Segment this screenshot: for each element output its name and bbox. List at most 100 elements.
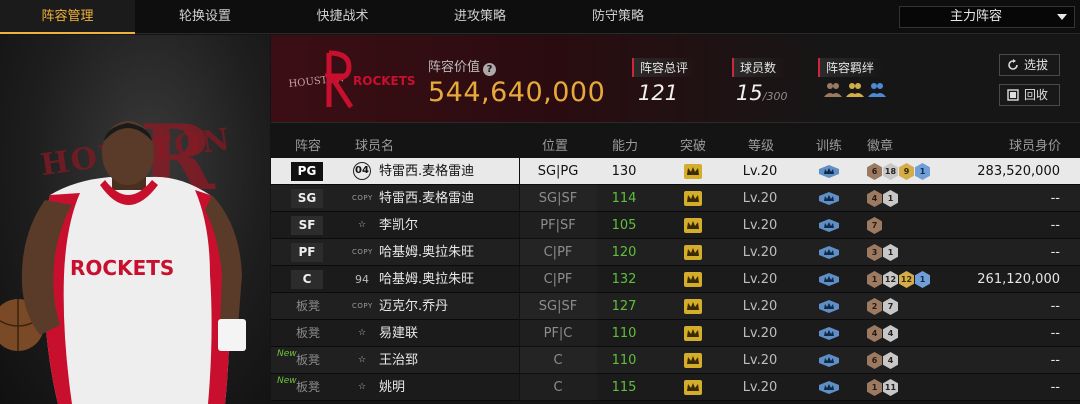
training-icon[interactable] <box>818 272 840 287</box>
badge-icon: 6 <box>867 163 882 180</box>
recycle-icon <box>1007 89 1019 101</box>
table-row[interactable]: New 板凳 ☆ 姚明 C 115 Lv.20 1 11 -- <box>271 374 1080 401</box>
badge-icon: 6 <box>867 352 882 369</box>
training-icon[interactable] <box>818 299 840 314</box>
player-rating: 130 <box>611 164 637 179</box>
table-row[interactable]: New 板凳 ☆ 王治郅 C 110 Lv.20 6 4 -- <box>271 347 1080 374</box>
training-icon[interactable] <box>818 245 840 260</box>
player-name[interactable]: 姚明 <box>379 374 405 401</box>
stat-players-max: /300 <box>762 90 788 103</box>
player-name[interactable]: 易建联 <box>379 320 418 347</box>
badge-list[interactable]: 27 <box>867 298 898 315</box>
table-row[interactable]: SF ☆ 李凯尔 PF|SF 105 Lv.20 7 -- <box>271 212 1080 239</box>
col-badges: 徽章 <box>867 139 894 154</box>
badge-list[interactable]: 6 18 9 1 <box>867 163 930 180</box>
player-name[interactable]: 哈基姆.奥拉朱旺 <box>379 239 474 266</box>
player-rating: 127 <box>611 299 637 314</box>
breakthrough-icon[interactable] <box>684 353 702 368</box>
badge-list[interactable]: 44 <box>867 325 898 342</box>
card-marker-icon: ☆ <box>357 328 367 338</box>
tab-offense-strategy[interactable]: 进攻策略 <box>410 0 550 34</box>
bond-icons[interactable] <box>822 79 886 101</box>
stat-overall: 阵容总评 121 <box>632 57 699 105</box>
tab-defense-strategy[interactable]: 防守策略 <box>550 0 686 34</box>
player-level: Lv.20 <box>742 353 778 368</box>
col-lineup: 阵容 <box>295 139 322 154</box>
player-positions: C <box>553 353 563 368</box>
help-icon[interactable]: ? <box>483 63 497 76</box>
breakthrough-icon[interactable] <box>684 380 702 395</box>
tab-rotation-settings[interactable]: 轮换设置 <box>135 0 275 34</box>
stat-overall-value: 121 <box>638 81 679 105</box>
table-row[interactable]: 板凳 COPY 迈克尔.乔丹 SG|SF 127 Lv.20 2 7 -- <box>271 293 1080 320</box>
table-row[interactable]: 板凳 ☆ 易建联 PF|C 110 Lv.20 4 4 -- <box>271 320 1080 347</box>
training-icon[interactable] <box>818 326 840 341</box>
stat-bond: 阵容羁绊 <box>818 57 886 97</box>
badge-list[interactable]: 31 <box>867 244 898 261</box>
badge-list[interactable]: 1 12 12 1 <box>867 271 930 288</box>
breakthrough-icon[interactable] <box>684 272 702 287</box>
stat-overall-label: 阵容总评 <box>632 58 699 77</box>
breakthrough-icon[interactable] <box>684 245 702 260</box>
breakthrough-icon[interactable] <box>684 326 702 341</box>
training-icon[interactable] <box>818 218 840 233</box>
player-name[interactable]: 特雷西.麦格雷迪 <box>379 158 474 185</box>
badge-list[interactable]: 1 11 <box>867 379 898 396</box>
player-value: -- <box>1050 380 1060 395</box>
badge-icon: 12 <box>899 271 914 288</box>
training-icon[interactable] <box>818 380 840 395</box>
player-level: Lv.20 <box>742 326 778 341</box>
badge-icon: 9 <box>899 163 914 180</box>
player-name[interactable]: 特雷西.麦格雷迪 <box>379 185 474 212</box>
card-marker-icon: COPY <box>352 302 373 310</box>
player-rating: 132 <box>611 272 637 287</box>
badge-list[interactable]: 7 <box>867 217 882 234</box>
player-level: Lv.20 <box>742 164 778 179</box>
player-name[interactable]: 王治郅 <box>379 347 418 374</box>
table-header: 阵容 球员名 位置 能力 突破 等级 训练 徽章 球员身价 <box>271 127 1080 158</box>
training-icon[interactable] <box>818 164 840 179</box>
breakthrough-icon[interactable] <box>684 191 702 206</box>
training-icon[interactable] <box>818 191 840 206</box>
player-positions: SG|SF <box>538 299 578 314</box>
chevron-down-icon <box>1057 14 1067 20</box>
lineup-select[interactable]: 主力阵容 <box>899 6 1075 28</box>
pick-button[interactable]: 选拔 <box>999 54 1060 76</box>
slot-label: 板凳 <box>296 353 321 367</box>
tab-quick-tactics[interactable]: 快捷战术 <box>275 0 410 34</box>
team-logo-text: ROCKETS <box>353 74 416 88</box>
badge-icon: 1 <box>883 190 898 207</box>
lineup-value: 544,640,000 <box>428 77 606 108</box>
card-marker-icon: 04 <box>353 162 371 180</box>
badge-list[interactable]: 64 <box>867 352 898 369</box>
breakthrough-icon[interactable] <box>684 164 702 179</box>
table-row[interactable]: SG COPY 特雷西.麦格雷迪 SG|SF 114 Lv.20 4 1 -- <box>271 185 1080 212</box>
badge-icon: 4 <box>867 190 882 207</box>
badge-icon: 3 <box>867 244 882 261</box>
player-portrait: ROCKETS <box>0 121 246 404</box>
player-value: -- <box>1050 326 1060 341</box>
col-breakthrough: 突破 <box>680 139 707 154</box>
player-level: Lv.20 <box>742 191 778 206</box>
training-icon[interactable] <box>818 353 840 368</box>
player-value: -- <box>1050 299 1060 314</box>
tab-lineup-management[interactable]: 阵容管理 <box>0 0 135 34</box>
breakthrough-icon[interactable] <box>684 299 702 314</box>
card-marker-icon: ☆ <box>357 355 367 365</box>
player-name[interactable]: 哈基姆.奥拉朱旺 <box>379 266 474 293</box>
table-row[interactable]: PG 04 特雷西.麦格雷迪 SG|PG 130 Lv.20 6 18 9 1 283,520,00… <box>271 158 1080 185</box>
recycle-button[interactable]: 回收 <box>999 84 1060 106</box>
player-name[interactable]: 李凯尔 <box>379 212 418 239</box>
badge-icon: 2 <box>867 298 882 315</box>
breakthrough-icon[interactable] <box>684 218 702 233</box>
refresh-icon <box>1008 59 1018 70</box>
player-rating: 120 <box>611 245 637 260</box>
table-row[interactable]: C 94 哈基姆.奥拉朱旺 C|PF 132 Lv.20 1 12 12 1 261,120,000 <box>271 266 1080 293</box>
player-name[interactable]: 迈克尔.乔丹 <box>379 293 448 320</box>
badge-icon: 1 <box>915 163 930 180</box>
table-row[interactable]: PF COPY 哈基姆.奥拉朱旺 C|PF 120 Lv.20 3 1 -- <box>271 239 1080 266</box>
stat-players-count: 15 <box>736 81 763 105</box>
player-value: 283,520,000 <box>977 164 1060 179</box>
badge-list[interactable]: 41 <box>867 190 898 207</box>
card-marker-icon: COPY <box>352 194 373 202</box>
